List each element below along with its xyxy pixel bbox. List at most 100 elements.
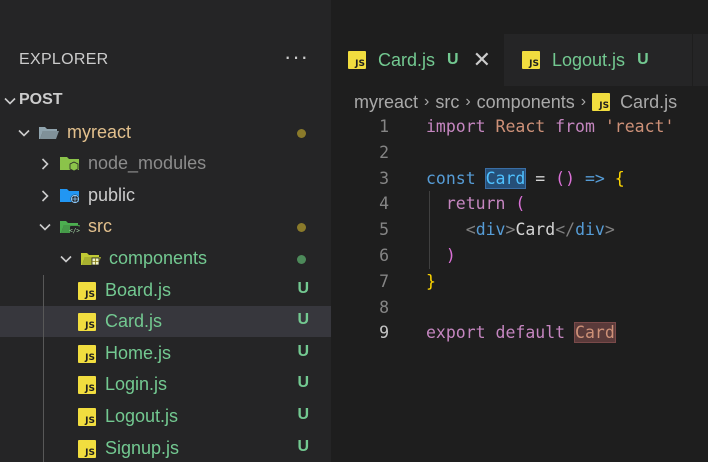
code-line[interactable]: 4 return (	[331, 191, 708, 217]
folder-label: src	[88, 216, 112, 237]
explorer-header: EXPLORER ···	[0, 34, 331, 86]
modified-dot-icon	[297, 255, 306, 264]
code-token: 'react'	[604, 117, 675, 136]
code-token: >	[604, 220, 615, 240]
tab-card-js[interactable]: JS Card.js U ✕	[331, 34, 503, 86]
untracked-badge: U	[297, 311, 309, 329]
file-item-logout-js[interactable]: JS Logout.js U	[0, 401, 331, 432]
code-line[interactable]: 9 export default Card	[331, 320, 708, 346]
line-number: 7	[379, 271, 389, 291]
chevron-down-icon[interactable]	[58, 251, 74, 267]
node-folder-icon	[59, 154, 81, 172]
tab-bar: JS Card.js U ✕ JS Logout.js U	[331, 34, 708, 86]
folder-label: components	[109, 248, 208, 268]
code-line[interactable]: 6 )	[331, 243, 708, 269]
untracked-badge: U	[297, 437, 309, 455]
code-line[interactable]: 8	[331, 295, 708, 321]
tab-untracked-badge: U	[447, 51, 459, 68]
tab-untracked-badge: U	[637, 51, 649, 68]
code-token: <	[465, 220, 476, 240]
code-token: (	[515, 194, 526, 214]
code-token: export	[426, 323, 486, 343]
breadcrumb-item[interactable]: src	[435, 92, 459, 113]
folder-item-myreact[interactable]: myreact	[0, 117, 331, 148]
more-actions-icon[interactable]: ···	[284, 44, 309, 70]
breadcrumb-item[interactable]: components	[477, 92, 575, 113]
chevron-right-icon: ›	[424, 93, 430, 110]
file-label: Home.js	[105, 342, 172, 363]
code-token: from	[555, 117, 595, 136]
file-label: Signup.js	[105, 437, 180, 458]
folder-item-node-modules[interactable]: node_modules	[0, 148, 331, 179]
js-file-icon: JS	[78, 344, 96, 363]
file-label: Login.js	[105, 374, 168, 395]
code-line[interactable]: 7}	[331, 269, 708, 295]
folder-item-post[interactable]: POST	[0, 85, 331, 116]
chevron-right-icon[interactable]	[37, 156, 53, 172]
code-token: {	[614, 168, 625, 188]
code-line[interactable]: 5 <div>Card</div>	[331, 217, 708, 243]
explorer-sidebar: EXPLORER ··· POST myreact node_modulespubl…	[0, 0, 331, 462]
code-token: Card	[484, 167, 527, 189]
chevron-down-icon[interactable]	[37, 219, 53, 235]
tab-label: Logout.js	[552, 49, 626, 70]
untracked-badge: U	[297, 374, 309, 392]
code-token: </	[555, 220, 576, 240]
line-number: 8	[379, 297, 389, 317]
folder-item-components[interactable]: components	[0, 243, 331, 274]
code-token: React	[495, 117, 546, 136]
file-item-card-js[interactable]: JS Card.js U	[0, 306, 331, 338]
code-line[interactable]: 2	[331, 140, 708, 166]
line-number: 9	[379, 323, 389, 343]
untracked-badge: U	[297, 279, 309, 297]
folder-item-src[interactable]: </> src	[0, 211, 331, 242]
js-file-icon: JS	[78, 313, 96, 332]
file-label: Card.js	[105, 311, 163, 332]
file-item-home-js[interactable]: JS Home.js U	[0, 338, 331, 369]
code-text: const Card = () => {	[426, 167, 625, 189]
breadcrumb-item[interactable]: myreact	[354, 92, 418, 113]
untracked-badge: U	[297, 406, 309, 423]
chevron-down-icon[interactable]	[2, 93, 18, 109]
workspace-root-label: POST	[19, 91, 63, 108]
file-item-signup-js[interactable]: JS Signup.js U	[0, 433, 331, 462]
folder-item-public[interactable]: public	[0, 180, 331, 211]
code-token: div	[475, 220, 506, 240]
breadcrumb: myreact › src › components › JS Card.js	[354, 90, 677, 114]
tab-logout-js[interactable]: JS Logout.js U	[504, 34, 692, 86]
code-line[interactable]: 3 const Card = () => {	[331, 166, 708, 192]
code-token: div	[575, 220, 605, 240]
file-label: Logout.js	[105, 406, 179, 426]
editor-area: JS Card.js U ✕ JS Logout.js U myreact › …	[331, 0, 708, 462]
folder-label: public	[88, 184, 136, 205]
code-token: default	[495, 323, 566, 343]
chevron-down-icon[interactable]	[16, 125, 32, 141]
code-token: =	[535, 168, 546, 188]
modified-dot-icon	[297, 223, 306, 233]
code-line[interactable]: 1 import React from 'react'	[331, 114, 708, 140]
breadcrumb-item[interactable]: Card.js	[620, 92, 677, 113]
folder-icon	[38, 123, 60, 141]
close-tab-icon[interactable]: ✕	[473, 49, 491, 71]
chevron-right-icon[interactable]	[37, 188, 53, 204]
explorer-title: EXPLORER	[19, 51, 109, 68]
file-label: Board.js	[105, 279, 172, 300]
modified-dot-icon	[297, 128, 306, 138]
line-number: 3	[379, 168, 389, 188]
code-token: ()	[555, 168, 576, 188]
file-item-board-js[interactable]: JS Board.js U	[0, 275, 331, 306]
code-token: )	[445, 246, 456, 265]
code-text: <div>Card</div>	[426, 220, 615, 239]
js-file-icon: JS	[522, 51, 540, 69]
code-token: Card	[515, 220, 556, 240]
file-item-login-js[interactable]: JS Login.js U	[0, 369, 331, 400]
line-number: 4	[379, 194, 389, 214]
